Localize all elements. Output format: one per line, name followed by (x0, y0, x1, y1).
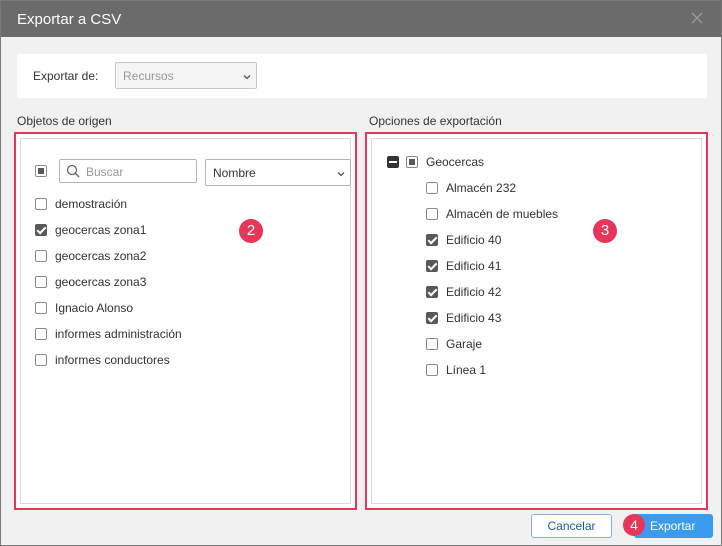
list-item-label: informes administración (55, 327, 182, 341)
item-checkbox[interactable] (35, 302, 47, 314)
chevron-down-icon (242, 71, 252, 81)
group-checkbox[interactable] (406, 156, 418, 168)
item-checkbox[interactable] (35, 224, 47, 236)
item-checkbox[interactable] (426, 260, 438, 272)
tree-item-label: Edificio 42 (446, 285, 502, 299)
export-from-bar: Exportar de: Recursos (17, 54, 707, 98)
sort-select[interactable]: Nombre (205, 159, 351, 186)
list-item-label: geocercas zona2 (55, 249, 147, 263)
callout-badge: 4 (623, 514, 645, 536)
list-item-label: informes conductores (55, 353, 170, 367)
source-objects-list: Buscar Nombre demostración geocercas zon… (20, 138, 351, 504)
tree-item-label: Edificio 41 (446, 259, 502, 273)
item-checkbox[interactable] (35, 276, 47, 288)
sort-value: Nombre (213, 166, 256, 180)
dialog-title: Exportar a CSV (17, 11, 122, 28)
item-checkbox[interactable] (35, 354, 47, 366)
source-section-title: Objetos de origen (17, 114, 112, 128)
tree-group-label: Geocercas (426, 155, 485, 169)
list-item-label: geocercas zona3 (55, 275, 147, 289)
tree-item-label: Almacén 232 (446, 181, 517, 195)
callout-badge: 3 (593, 219, 617, 243)
tree-item-label: Edificio 40 (446, 233, 502, 247)
export-options-panel: Geocercas Almacén 232 Almacén de muebles… (365, 132, 708, 510)
item-checkbox[interactable] (426, 312, 438, 324)
options-section-title: Opciones de exportación (369, 114, 502, 128)
export-from-label: Exportar de: (33, 69, 99, 83)
dialog-titlebar: Exportar a CSV (1, 1, 721, 37)
tree-item-label: Garaje (446, 337, 483, 351)
chevron-down-icon (336, 168, 346, 178)
search-input[interactable]: Buscar (59, 159, 197, 183)
search-icon (66, 164, 80, 178)
search-placeholder: Buscar (86, 165, 124, 179)
select-all-checkbox[interactable] (35, 165, 47, 177)
tree-item-label: Almacén de muebles (446, 207, 559, 221)
item-checkbox[interactable] (426, 286, 438, 298)
item-checkbox[interactable] (426, 338, 438, 350)
item-checkbox[interactable] (35, 198, 47, 210)
export-csv-dialog: Exportar a CSV Exportar de: Recursos Obj… (0, 0, 722, 546)
export-button-label: Exportar (650, 519, 696, 533)
item-checkbox[interactable] (426, 234, 438, 246)
item-checkbox[interactable] (426, 182, 438, 194)
item-checkbox[interactable] (35, 328, 47, 340)
tree-item-label: Edificio 43 (446, 311, 502, 325)
export-options-tree: Geocercas Almacén 232 Almacén de muebles… (371, 138, 702, 504)
export-button[interactable]: Exportar (634, 514, 713, 538)
collapse-icon[interactable] (387, 156, 399, 168)
tree-item-label: Línea 1 (446, 363, 487, 377)
callout-badge: 2 (239, 219, 263, 243)
item-checkbox[interactable] (426, 364, 438, 376)
cancel-button[interactable]: Cancelar (531, 514, 612, 538)
list-item-label: geocercas zona1 (55, 223, 147, 237)
source-objects-panel: Buscar Nombre demostración geocercas zon… (14, 132, 357, 510)
item-checkbox[interactable] (35, 250, 47, 262)
export-from-select[interactable]: Recursos (115, 62, 257, 89)
export-from-value: Recursos (123, 69, 174, 83)
close-icon[interactable] (689, 10, 705, 26)
list-item-label: Ignacio Alonso (55, 301, 134, 315)
item-checkbox[interactable] (426, 208, 438, 220)
list-item-label: demostración (55, 197, 128, 211)
